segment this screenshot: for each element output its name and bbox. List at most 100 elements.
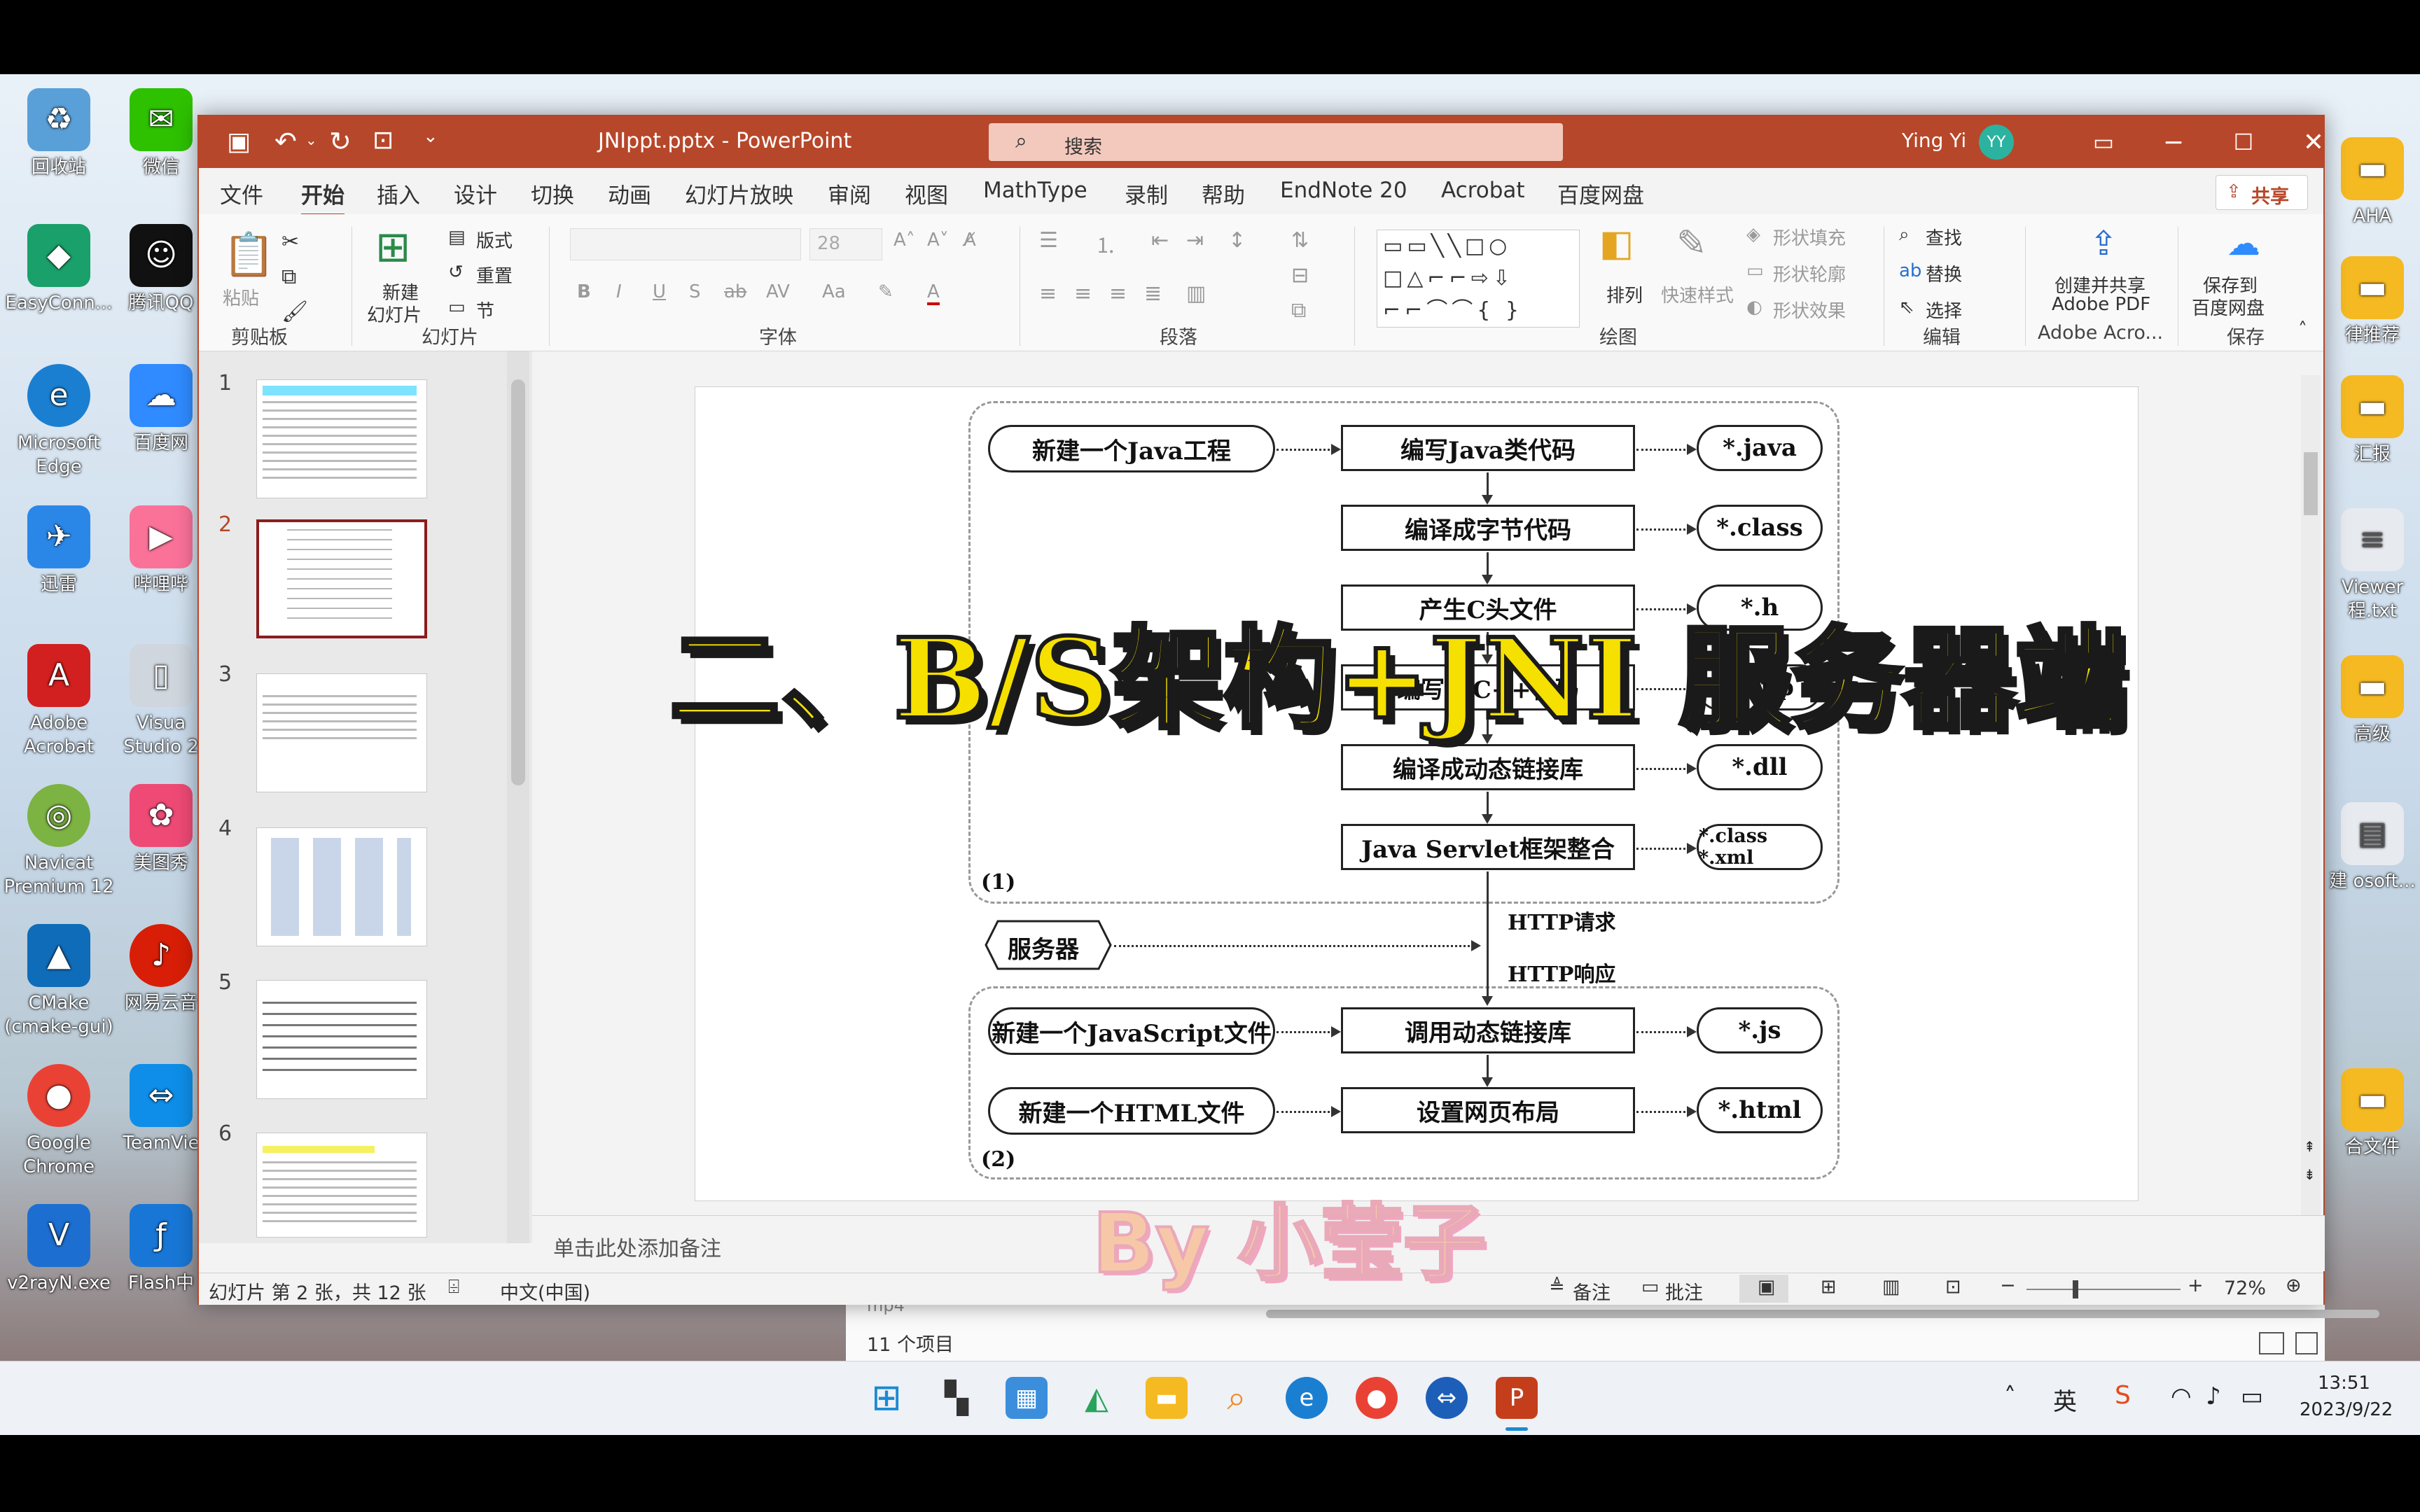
font-color-icon[interactable]: A: [927, 281, 940, 305]
undo-icon[interactable]: ↶: [274, 126, 297, 157]
slide-thumbnail-6[interactable]: [256, 1133, 427, 1238]
sogou-input-icon[interactable]: S: [2115, 1381, 2131, 1410]
desktop-icon-visual-studio-file[interactable]: ▯ Visua Studio 2: [119, 644, 203, 759]
create-pdf-icon[interactable]: ⇪: [2089, 224, 2118, 263]
replace-button[interactable]: 替换: [1926, 260, 1962, 286]
undo-dropdown-icon[interactable]: ⌄: [305, 132, 317, 148]
battery-icon[interactable]: ▭: [2241, 1382, 2263, 1410]
language-indicator[interactable]: 中文(中国): [500, 1278, 590, 1305]
maximize-icon[interactable]: ☐: [2216, 123, 2272, 161]
align-text-icon[interactable]: ⊟: [1291, 263, 1309, 288]
node-write-java-class[interactable]: 编写Java类代码: [1341, 425, 1635, 471]
tab-file[interactable]: 文件: [220, 178, 263, 209]
copy-icon[interactable]: ⧉: [281, 265, 296, 289]
clock-time[interactable]: 13:51: [2318, 1373, 2370, 1394]
section-icon[interactable]: ▭: [448, 297, 466, 318]
paste-label[interactable]: 粘贴: [223, 284, 259, 310]
decrease-font-icon[interactable]: A˅: [927, 230, 949, 251]
node-new-html-file[interactable]: 新建一个HTML文件: [988, 1087, 1275, 1135]
find-icon[interactable]: ⌕: [1899, 224, 1910, 246]
node-new-java-project[interactable]: 新建一个Java工程: [988, 425, 1275, 472]
comments-toggle[interactable]: 批注: [1665, 1278, 1703, 1305]
save-to-baidu-label-2[interactable]: 百度网盘: [2192, 294, 2265, 320]
tab-baidunetdisk[interactable]: 百度网盘: [1557, 178, 1644, 209]
desktop-icon-cmake[interactable]: ▲ CMake (cmake-gui): [3, 924, 115, 1039]
desktop-icon-baidunetdisk[interactable]: ☁ 百度网: [119, 364, 203, 455]
zoom-slider-thumb[interactable]: [2073, 1280, 2078, 1298]
desktop-icon-v2rayn[interactable]: V v2rayN.exe: [3, 1204, 115, 1295]
justify-icon[interactable]: ≣: [1144, 281, 1162, 306]
line-spacing-icon[interactable]: ↕: [1228, 228, 1246, 253]
text-direction-icon[interactable]: ⇅: [1291, 228, 1309, 253]
task-view-icon[interactable]: ▚: [936, 1377, 978, 1419]
zoom-level[interactable]: 72%: [2224, 1278, 2266, 1299]
tab-design[interactable]: 设计: [454, 178, 497, 209]
chrome-taskbar-icon[interactable]: ●: [1356, 1377, 1398, 1419]
edge-taskbar-icon[interactable]: e: [1286, 1377, 1328, 1419]
start-icon[interactable]: ⊞: [865, 1377, 908, 1419]
quick-styles-button[interactable]: 快速样式: [1661, 281, 1734, 307]
ribbon-display-options-icon[interactable]: ▭: [2075, 123, 2132, 161]
show-hidden-icons-icon[interactable]: ˄: [2004, 1382, 2016, 1410]
search-app-icon[interactable]: ⌕: [1216, 1377, 1258, 1419]
tab-review[interactable]: 审阅: [828, 178, 871, 209]
desktop-icon-bilibili[interactable]: ▶ 哔哩哔: [119, 505, 203, 596]
clear-format-icon[interactable]: A̸: [964, 230, 976, 251]
desktop-icon-right-4[interactable]: ≡ Viewer 程.txt: [2325, 508, 2420, 623]
layout-icon[interactable]: ▤: [448, 227, 466, 248]
save-icon[interactable]: ▣: [227, 127, 251, 156]
arrange-icon[interactable]: ◧: [1599, 223, 1634, 265]
desktop-icon-flash[interactable]: ƒ Flash中: [119, 1204, 203, 1295]
node-ext-dll[interactable]: *.dll: [1697, 744, 1823, 790]
vpn-icon[interactable]: ◭: [1076, 1377, 1118, 1419]
tab-view[interactable]: 视图: [905, 178, 948, 209]
thumbnail-scrollbar[interactable]: [507, 351, 529, 1243]
cut-icon[interactable]: ✂: [281, 230, 299, 254]
desktop-icon-acrobat[interactable]: A Adobe Acrobat: [3, 644, 115, 759]
node-ext-html[interactable]: *.html: [1697, 1087, 1823, 1133]
shape-outline-icon[interactable]: ▭: [1746, 260, 1764, 281]
slide-thumbnail-2-selected[interactable]: [256, 519, 427, 638]
tab-slideshow[interactable]: 幻灯片放映: [685, 178, 793, 209]
baidu-cloud-icon[interactable]: ☁: [2227, 224, 2260, 263]
avatar[interactable]: YY: [1979, 125, 2014, 160]
desktop-icon-navicat[interactable]: ◎ Navicat Premium 12: [3, 784, 115, 899]
format-painter-icon[interactable]: 🖌: [281, 300, 308, 324]
slide-thumbnail-5[interactable]: [256, 980, 427, 1099]
reading-view-icon[interactable]: ▥: [1882, 1276, 1900, 1298]
desktop-icon-recycle-bin[interactable]: ♻ 回收站: [3, 88, 115, 179]
desktop-icon-right-3[interactable]: ▬ 汇报: [2325, 375, 2420, 466]
desktop-icon-meitu[interactable]: ✿ 美图秀: [119, 784, 203, 875]
shape-effects-icon[interactable]: ◐: [1746, 297, 1762, 318]
notes-icon[interactable]: ≜: [1549, 1276, 1565, 1298]
slide-thumbnail-1[interactable]: [256, 379, 427, 498]
quick-styles-icon[interactable]: ✎: [1676, 223, 1707, 265]
volume-icon[interactable]: ♪: [2206, 1382, 2221, 1410]
desktop-icon-wechat[interactable]: ✉ 微信: [119, 88, 203, 179]
arrange-button[interactable]: 排列: [1606, 281, 1643, 307]
font-size-select[interactable]: 28: [809, 228, 882, 260]
replace-icon[interactable]: ab: [1899, 260, 1921, 281]
decrease-indent-icon[interactable]: ⇤: [1151, 228, 1169, 253]
desktop-icon-chrome[interactable]: ● Google Chrome: [3, 1064, 115, 1179]
wifi-icon[interactable]: ◠: [2171, 1382, 2192, 1410]
comments-icon[interactable]: ▭: [1641, 1276, 1660, 1298]
search-box[interactable]: ⌕ 搜索: [989, 123, 1563, 161]
new-slide-icon[interactable]: ⊞: [375, 223, 410, 272]
node-new-javascript-file[interactable]: 新建一个JavaScript文件: [988, 1007, 1275, 1055]
thumbnail-scroll-thumb[interactable]: [511, 379, 525, 785]
accessibility-icon[interactable]: ⌹: [448, 1276, 459, 1298]
underline-icon[interactable]: U: [653, 281, 666, 302]
shape-fill-button[interactable]: 形状填充: [1773, 224, 1846, 250]
select-button[interactable]: 选择: [1926, 297, 1962, 323]
slideshow-icon[interactable]: ⊡: [1945, 1276, 1961, 1298]
desktop-icon-edge[interactable]: e Microsoft Edge: [3, 364, 115, 479]
details-view-icon[interactable]: [2259, 1332, 2284, 1354]
editor-scroll-thumb[interactable]: [2304, 452, 2318, 515]
select-icon[interactable]: ⇖: [1899, 297, 1914, 318]
editor-scrollbar[interactable]: ⇞ ⇟: [2301, 375, 2321, 1215]
next-slide-icon[interactable]: ⇟: [2304, 1166, 2316, 1183]
file-explorer-icon[interactable]: ▬: [1146, 1377, 1188, 1419]
slide-thumbnail-4[interactable]: [256, 827, 427, 946]
zoom-slider[interactable]: [2026, 1289, 2181, 1290]
